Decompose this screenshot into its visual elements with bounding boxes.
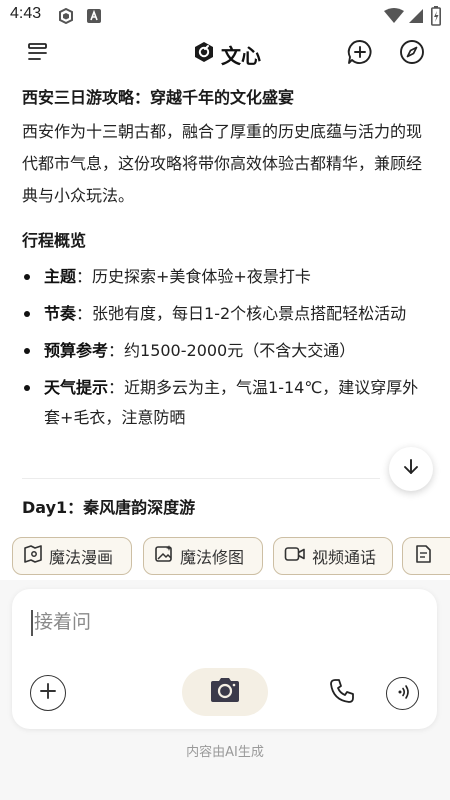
document-icon xyxy=(413,544,433,568)
brand-name: 文心 xyxy=(221,43,261,68)
day1-heading: Day1：秦风唐韵深度游 xyxy=(22,498,196,517)
status-bar: 4:43 xyxy=(0,0,450,32)
article-intro: 西安作为十三朝古都，融合了厚重的历史底蕴与活力的现代都市气息，这份攻略将带你高效… xyxy=(22,122,423,205)
wifi-icon xyxy=(384,8,404,28)
comic-book-icon xyxy=(23,544,43,568)
chip-magic-comic[interactable]: 魔法漫画 xyxy=(12,537,132,575)
list-item: 主题：历史探索+美食体验+夜景打卡 xyxy=(22,262,422,292)
add-attachment-button[interactable] xyxy=(30,675,66,711)
video-camera-icon xyxy=(284,544,306,568)
bullet-label: 预算参考 xyxy=(44,341,109,360)
camera-icon xyxy=(208,675,242,709)
compass-icon xyxy=(399,39,425,69)
signal-icon xyxy=(408,8,424,28)
overview-list: 主题：历史探索+美食体验+夜景打卡 节奏：张弛有度，每日1-2个核心景点搭配轻松… xyxy=(22,262,422,433)
plus-icon xyxy=(39,682,57,704)
app-shield-icon xyxy=(58,7,74,28)
voice-wave-icon xyxy=(394,683,412,705)
discover-button[interactable] xyxy=(395,37,429,71)
chip-label: 魔法修图 xyxy=(180,548,245,567)
bullet-label: 天气提示 xyxy=(44,378,109,397)
arrow-down-icon xyxy=(401,457,421,481)
menu-button[interactable] xyxy=(21,37,55,71)
response-content: 西安三日游攻略：穿越千年的文化盛宴 西安作为十三朝古都，融合了厚重的历史底蕴与活… xyxy=(22,84,422,440)
new-chat-icon xyxy=(347,39,373,69)
bullet-text: ：历史探索+美食体验+夜景打卡 xyxy=(76,267,311,286)
voice-call-button[interactable] xyxy=(326,677,358,709)
app-header: 文心 xyxy=(0,32,450,76)
chip-label: 视频通话 xyxy=(312,548,377,567)
text-caret xyxy=(31,610,33,636)
chip-video-call[interactable]: 视频通话 xyxy=(273,537,393,575)
wenxin-logo-icon xyxy=(193,41,215,67)
bullet-text: ：约1500-2000元（不含大交通） xyxy=(108,341,356,360)
overview-heading: 行程概览 xyxy=(22,231,87,250)
status-time: 4:43 xyxy=(10,5,42,22)
ai-disclaimer: 内容由AI生成 xyxy=(186,745,264,760)
list-item: 预算参考：约1500-2000元（不含大交通） xyxy=(22,336,422,366)
chip-document[interactable] xyxy=(402,537,450,575)
scroll-to-bottom-button[interactable] xyxy=(389,447,433,491)
app-a-icon xyxy=(86,8,102,28)
bullet-text: ：张弛有度，每日1-2个核心景点搭配轻松活动 xyxy=(76,304,407,323)
voice-input-button[interactable] xyxy=(386,677,419,710)
quick-actions: 魔法漫画 魔法修图 视频通话 xyxy=(12,537,450,577)
article-title: 西安三日游攻略：穿越千年的文化盛宴 xyxy=(22,88,295,107)
battery-icon xyxy=(431,6,441,30)
menu-icon xyxy=(26,40,50,68)
image-edit-icon xyxy=(154,544,174,568)
phone-icon xyxy=(329,678,355,708)
chip-label: 魔法漫画 xyxy=(49,548,114,567)
chip-magic-retouch[interactable]: 魔法修图 xyxy=(143,537,263,575)
bullet-label: 主题 xyxy=(44,267,77,286)
message-input[interactable]: 接着问 xyxy=(34,608,91,636)
section-divider xyxy=(22,478,380,479)
new-chat-button[interactable] xyxy=(343,37,377,71)
list-item: 天气提示：近期多云为主，气温1-14℃，建议穿厚外套+毛衣，注意防晒 xyxy=(22,373,422,433)
brand: 文心 xyxy=(193,40,261,68)
camera-button[interactable] xyxy=(182,668,268,716)
list-item: 节奏：张弛有度，每日1-2个核心景点搭配轻松活动 xyxy=(22,299,422,329)
bullet-label: 节奏 xyxy=(44,304,77,323)
